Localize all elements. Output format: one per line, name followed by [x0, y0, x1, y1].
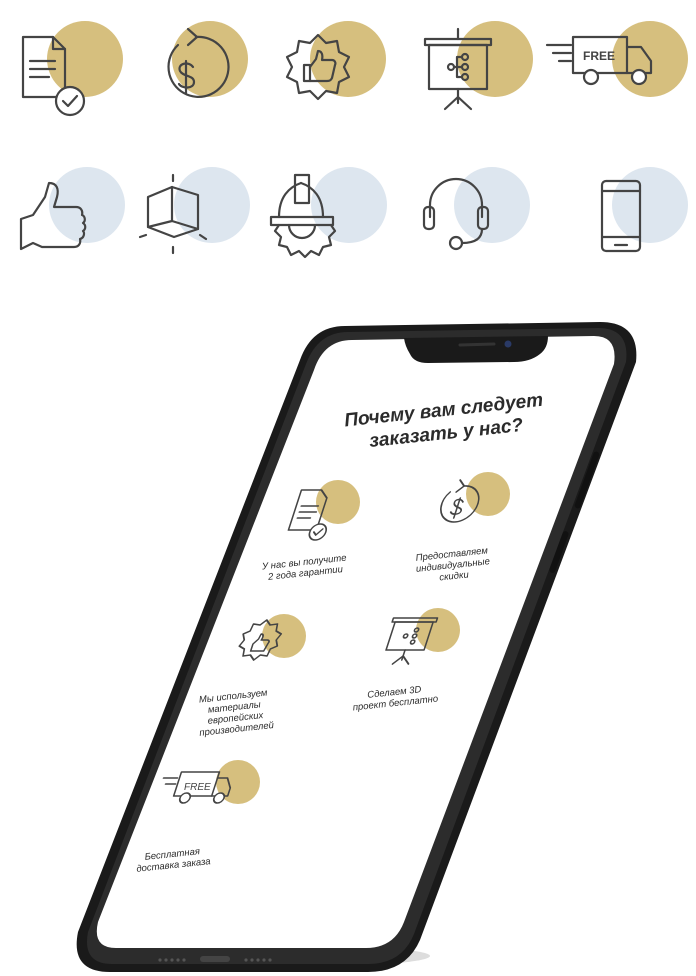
phone-mockup: Почему вам следует заказать у нас? У нас… [0, 300, 696, 976]
feature-free-label: FREE [184, 782, 211, 793]
feature-caption-free-delivery: Бесплатная доставка заказа [135, 846, 212, 875]
presentation-board-icon [415, 15, 533, 115]
free-delivery-truck-icon: FREE [545, 15, 688, 115]
hard-hat-gear-icon [265, 165, 387, 265]
screen-heading: Почему вам следует заказать у нас? [343, 389, 545, 452]
feature-3d-project-icon [385, 608, 460, 665]
feature-caption-discount: Предоставляем индивидуальные скидки [415, 545, 491, 584]
feature-caption-materials: Мы используем материалы европейских прои… [198, 687, 275, 739]
guarantee-document-icon [15, 15, 123, 117]
smartphone-icon [590, 165, 690, 265]
truck-free-label: FREE [583, 49, 615, 63]
thumbs-up-icon [15, 165, 125, 265]
feature-free-delivery-icon: FREE [162, 760, 260, 804]
dollar-refresh-icon [148, 15, 248, 115]
quality-thumb-badge-icon [280, 15, 386, 115]
feature-materials-icon [238, 614, 306, 661]
screen-content: Почему вам следует заказать у нас? У нас… [0, 300, 696, 976]
3d-cube-icon [138, 165, 250, 265]
feature-caption-3d-project: Сделаем 3D проект бесплатно [352, 684, 439, 714]
headset-icon [412, 165, 530, 265]
feature-discount-icon [440, 472, 510, 523]
feature-caption-guarantee: У нас вы получите 2 года гарантии [261, 552, 348, 583]
feature-guarantee-icon [287, 480, 360, 541]
